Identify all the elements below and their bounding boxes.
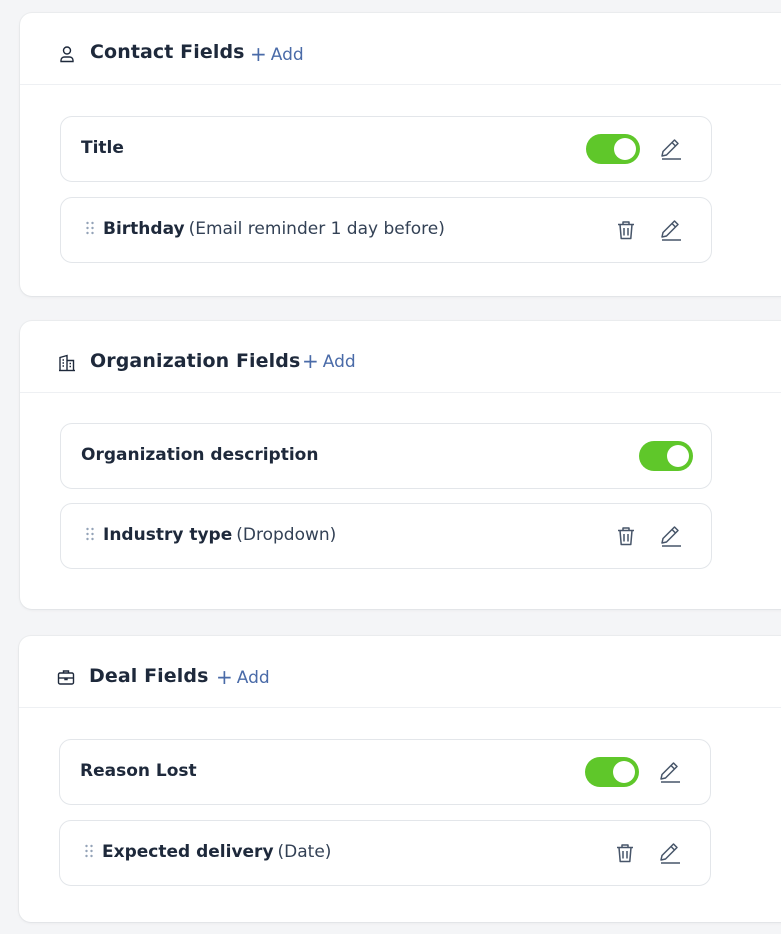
delete-button[interactable] xyxy=(612,216,640,244)
pencil-icon xyxy=(661,139,681,160)
organization-fields-header: Organization Fields + Add xyxy=(20,321,781,393)
section-title: Contact Fields xyxy=(90,41,245,63)
organization-fields-card: Organization Fields + Add Organization de… xyxy=(20,321,781,609)
contact-fields-card: Contact Fields + Add Title Birthday (Email… xyxy=(20,13,781,296)
field-row: Reason Lost xyxy=(59,739,711,805)
field-name: Industry type xyxy=(103,525,233,545)
field-hint: (Date) xyxy=(277,842,332,862)
deal-fields-card: Deal Fields + Add Reason Lost Expected de… xyxy=(19,636,781,922)
edit-button[interactable] xyxy=(657,522,685,550)
toggle-knob xyxy=(667,445,689,467)
section-title: Deal Fields xyxy=(89,665,209,687)
drag-handle-icon[interactable] xyxy=(84,843,94,859)
toggle-knob xyxy=(613,761,635,783)
toggle-knob xyxy=(614,138,636,160)
field-name: Expected delivery xyxy=(102,842,274,862)
add-organization-field-button[interactable]: + Add xyxy=(302,349,356,373)
delete-button[interactable] xyxy=(612,522,640,550)
field-label: Reason Lost xyxy=(80,761,197,781)
deal-fields-header: Deal Fields + Add xyxy=(19,636,781,708)
pencil-icon xyxy=(660,843,680,864)
field-label: Title xyxy=(81,138,124,158)
field-row: Expected delivery (Date) xyxy=(59,820,711,886)
field-label: Industry type (Dropdown) xyxy=(103,525,336,545)
drag-handle-icon[interactable] xyxy=(85,526,95,542)
add-contact-field-button[interactable]: + Add xyxy=(250,42,304,66)
delete-button[interactable] xyxy=(611,839,639,867)
field-name: Birthday xyxy=(103,219,185,239)
briefcase-icon xyxy=(57,670,75,685)
pencil-icon xyxy=(661,220,681,241)
field-label: Birthday (Email reminder 1 day before) xyxy=(103,219,445,239)
building-icon xyxy=(59,354,75,372)
field-row: Organization description xyxy=(60,423,712,489)
add-label: Add xyxy=(270,45,304,65)
trash-icon xyxy=(618,527,634,546)
field-row: Industry type (Dropdown) xyxy=(60,503,712,569)
field-row: Title xyxy=(60,116,712,182)
plus-icon: + xyxy=(302,349,319,373)
contact-fields-header: Contact Fields + Add xyxy=(20,13,781,85)
edit-button[interactable] xyxy=(656,758,684,786)
add-label: Add xyxy=(322,352,356,372)
add-label: Add xyxy=(236,668,270,688)
trash-icon xyxy=(617,844,633,863)
edit-button[interactable] xyxy=(656,839,684,867)
pencil-icon xyxy=(660,762,680,783)
field-enabled-toggle[interactable] xyxy=(639,441,693,471)
trash-icon xyxy=(618,221,634,240)
field-label: Expected delivery (Date) xyxy=(102,842,331,862)
section-title: Organization Fields xyxy=(90,350,301,372)
edit-button[interactable] xyxy=(657,135,685,163)
field-hint: (Dropdown) xyxy=(236,525,337,545)
drag-handle-icon[interactable] xyxy=(85,220,95,236)
add-deal-field-button[interactable]: + Add xyxy=(216,665,270,689)
field-label: Organization description xyxy=(81,445,319,465)
edit-button[interactable] xyxy=(657,216,685,244)
person-icon xyxy=(60,46,74,63)
field-enabled-toggle[interactable] xyxy=(586,134,640,164)
field-row: Birthday (Email reminder 1 day before) xyxy=(60,197,712,263)
field-enabled-toggle[interactable] xyxy=(585,757,639,787)
plus-icon: + xyxy=(216,665,233,689)
pencil-icon xyxy=(661,526,681,547)
plus-icon: + xyxy=(250,42,267,66)
field-hint: (Email reminder 1 day before) xyxy=(188,219,445,239)
